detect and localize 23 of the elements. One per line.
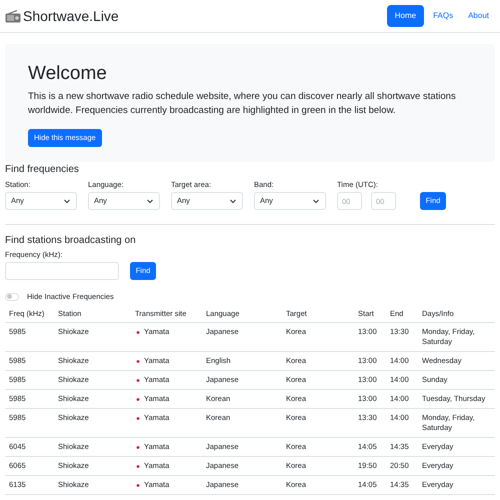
- chevron-down-icon: [63, 197, 71, 205]
- flag-icon: [135, 330, 141, 335]
- chevron-down-icon: [312, 197, 320, 205]
- nav-link[interactable]: Home: [386, 5, 424, 27]
- toggle-switch[interactable]: [5, 292, 19, 301]
- chevron-down-icon: [146, 197, 154, 205]
- nav-link[interactable]: FAQs: [427, 5, 460, 27]
- flag-icon: [135, 444, 141, 450]
- flag-icon: [135, 416, 141, 421]
- flag-icon: [135, 396, 141, 402]
- radio-icon: [5, 10, 21, 22]
- nav-link[interactable]: About: [462, 5, 495, 27]
- flag-icon: [135, 464, 141, 469]
- section-title: Find frequencies: [5, 163, 80, 176]
- site-logo[interactable]: Shortwave.Live: [23, 6, 119, 26]
- flag-icon: [135, 482, 141, 488]
- frequency-input[interactable]: [5, 262, 119, 280]
- welcome-title: Welcome: [28, 62, 108, 86]
- flag-icon: [135, 378, 141, 383]
- section-title: Find stations broadcasting on: [5, 234, 137, 247]
- chevron-down-icon: [229, 197, 237, 205]
- welcome-text: This is a new shortwave radio schedule website, where you can discover nearly all shortwave stations worldwide. Frequencies currently broadcasting are highlighted in green in the list below.: [28, 90, 457, 118]
- flag-icon: [135, 358, 141, 364]
